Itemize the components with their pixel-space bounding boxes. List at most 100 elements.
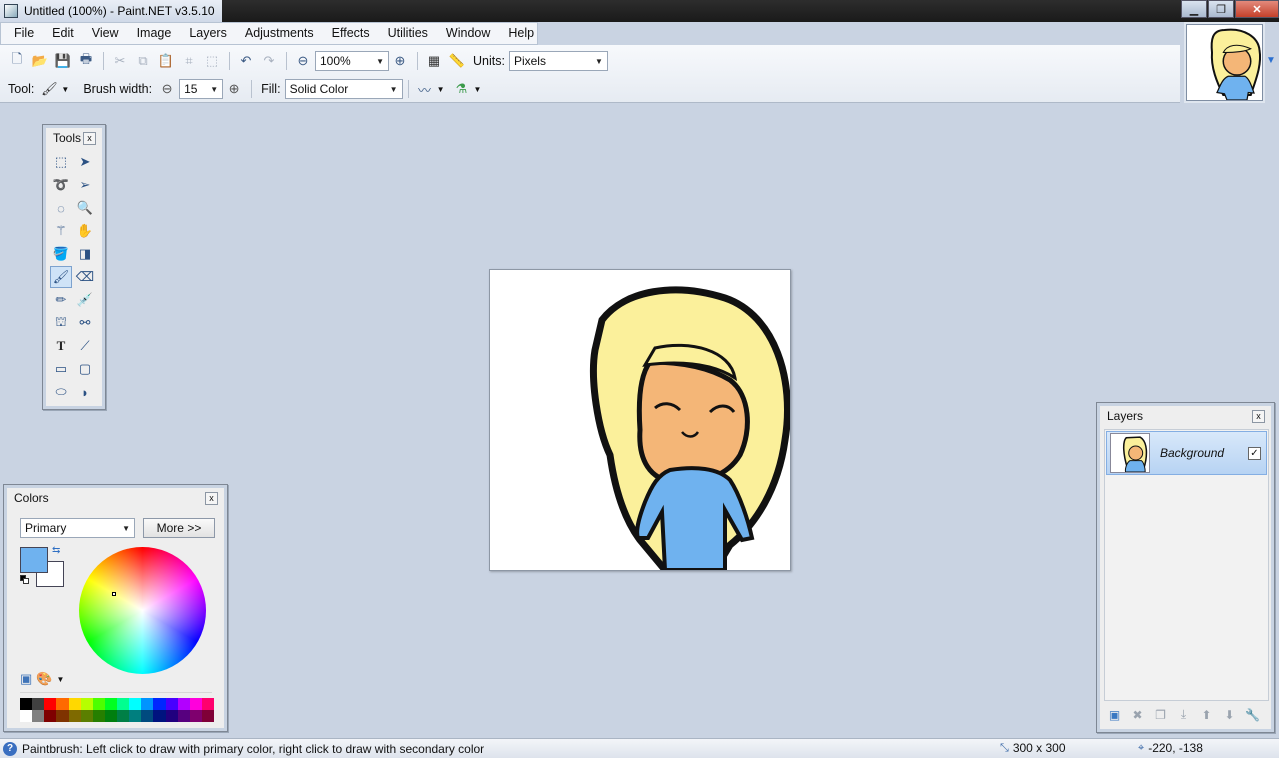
antialiasing-icon[interactable]: 〰 [414, 78, 436, 100]
palette-swatch[interactable] [20, 698, 33, 710]
cut-icon[interactable]: ✂ [109, 50, 131, 72]
palette-swatch[interactable] [56, 710, 69, 722]
clone-stamp-tool[interactable]: ⛫ [50, 312, 72, 334]
chevron-down-icon[interactable]: ▼ [473, 85, 481, 94]
rulers-icon[interactable]: 📏 [446, 50, 468, 72]
layer-name[interactable]: Background [1160, 446, 1248, 460]
zoom-tool[interactable]: 🔍 [74, 197, 96, 219]
palette-swatch[interactable] [44, 710, 57, 722]
move-selected-tool[interactable]: ➢ [74, 174, 96, 196]
redo-icon[interactable]: ↷ [258, 50, 280, 72]
image-thumbnail[interactable] [1186, 24, 1263, 101]
chevron-down-icon[interactable]: ▼ [437, 85, 445, 94]
palette-swatch[interactable] [20, 710, 33, 722]
menu-file[interactable]: File [5, 23, 43, 44]
rounded-rectangle-tool[interactable]: ▢ [74, 358, 96, 380]
palette-swatch[interactable] [189, 710, 202, 722]
color-wheel-marker[interactable] [112, 592, 116, 596]
ellipse-tool[interactable]: ⬭ [50, 381, 72, 403]
palette-swatch[interactable] [153, 710, 166, 722]
palette-swatch[interactable] [141, 710, 154, 722]
tools-panel-header[interactable]: Tools x [46, 128, 102, 148]
pan-tool[interactable]: ✋ [74, 220, 96, 242]
palette-swatch[interactable] [201, 698, 214, 710]
close-button[interactable]: ✕ [1235, 0, 1279, 18]
undo-icon[interactable]: ↶ [235, 50, 257, 72]
paintbrush-icon[interactable]: 🖌 [38, 78, 60, 100]
lasso-select-tool[interactable]: ➰ [50, 174, 72, 196]
increase-width-icon[interactable]: ⊕ [223, 78, 245, 100]
palette-swatch[interactable] [129, 698, 142, 710]
move-selection-tool[interactable]: ➤ [74, 151, 96, 173]
deselect-icon[interactable]: ⬚ [201, 50, 223, 72]
brush-width-combo[interactable]: 15 ▼ [179, 79, 224, 99]
print-icon[interactable]: 🖶 [75, 50, 97, 72]
tools-panel-close-icon[interactable]: x [83, 131, 96, 145]
zoom-in-icon[interactable]: ⊕ [389, 50, 411, 72]
chevron-down-icon[interactable]: ▼ [61, 85, 69, 94]
layer-row[interactable]: Background ✓ [1106, 431, 1267, 475]
menu-effects[interactable]: Effects [323, 23, 379, 44]
text-tool[interactable]: T [50, 335, 72, 357]
move-layer-up-icon[interactable]: ⬆ [1198, 706, 1215, 723]
pencil-tool[interactable]: ✏ [50, 289, 72, 311]
menu-utilities[interactable]: Utilities [379, 23, 437, 44]
paste-icon[interactable]: 📋 [155, 50, 177, 72]
colors-panel-close-icon[interactable]: x [205, 491, 218, 505]
image-canvas[interactable] [489, 269, 791, 571]
palette-swatch[interactable] [68, 698, 81, 710]
menu-layers[interactable]: Layers [180, 23, 236, 44]
add-layer-icon[interactable]: ▣ [1106, 706, 1123, 723]
menu-view[interactable]: View [83, 23, 128, 44]
paintnet-app-icon[interactable] [4, 4, 18, 18]
gradient-tool[interactable]: ◨ [74, 243, 96, 265]
thumbnail-expand-icon[interactable]: ▼ [1266, 55, 1276, 66]
palette-swatch[interactable] [104, 698, 117, 710]
ellipse-select-tool[interactable]: ◌ [50, 197, 72, 219]
palette-swatch[interactable] [56, 698, 69, 710]
palette-swatch[interactable] [141, 698, 154, 710]
layer-properties-icon[interactable]: 🔧 [1244, 706, 1261, 723]
menu-help[interactable]: Help [499, 23, 543, 44]
units-combo[interactable]: Pixels ▼ [508, 51, 608, 71]
maximize-button[interactable]: ❐ [1208, 0, 1234, 18]
duplicate-layer-icon[interactable]: ❐ [1152, 706, 1169, 723]
palette-swatch[interactable] [117, 698, 130, 710]
delete-layer-icon[interactable]: ✖ [1129, 706, 1146, 723]
palette-swatch[interactable] [44, 698, 57, 710]
zoom-out-icon[interactable]: ⊖ [292, 50, 314, 72]
palette-swatch[interactable] [201, 710, 214, 722]
swap-colors-icon[interactable]: ⇆ [52, 545, 60, 556]
palette-swatch[interactable] [68, 710, 81, 722]
palette-swatch[interactable] [32, 698, 45, 710]
layer-visibility-checkbox[interactable]: ✓ [1248, 446, 1261, 460]
palette-swatch[interactable] [32, 710, 45, 722]
menu-window[interactable]: Window [437, 23, 499, 44]
menu-adjustments[interactable]: Adjustments [236, 23, 323, 44]
palette-swatch[interactable] [165, 710, 178, 722]
palette-swatch[interactable] [80, 710, 93, 722]
recolor-tool[interactable]: ⚯ [74, 312, 96, 334]
palette-swatch[interactable] [177, 710, 190, 722]
layers-panel-header[interactable]: Layers x [1100, 406, 1271, 426]
save-icon[interactable]: 💾 [52, 50, 74, 72]
chevron-down-icon[interactable]: ▼ [56, 675, 64, 684]
palette-swatch[interactable] [165, 698, 178, 710]
add-color-icon[interactable]: ▣ [20, 671, 32, 687]
palette-icon[interactable]: 🎨 [36, 671, 52, 687]
alpha-blending-icon[interactable]: ⚗ [450, 78, 472, 100]
magic-wand-tool[interactable]: ⚚ [50, 220, 72, 242]
zoom-combo[interactable]: 100% ▼ [315, 51, 389, 71]
fill-combo[interactable]: Solid Color ▼ [284, 79, 403, 99]
copy-icon[interactable]: ⧉ [132, 50, 154, 72]
more-colors-button[interactable]: More >> [143, 518, 215, 538]
color-picker-tool[interactable]: 💉 [74, 289, 96, 311]
merge-layer-down-icon[interactable]: ⤓ [1175, 706, 1192, 723]
grid-icon[interactable]: ▦ [423, 50, 445, 72]
palette-swatch[interactable] [153, 698, 166, 710]
color-wheel[interactable] [79, 547, 206, 674]
primary-color-swatch[interactable] [20, 547, 48, 573]
move-layer-down-icon[interactable]: ⬇ [1221, 706, 1238, 723]
palette-swatch[interactable] [129, 710, 142, 722]
line-curve-tool[interactable]: ⟋ [74, 335, 96, 357]
